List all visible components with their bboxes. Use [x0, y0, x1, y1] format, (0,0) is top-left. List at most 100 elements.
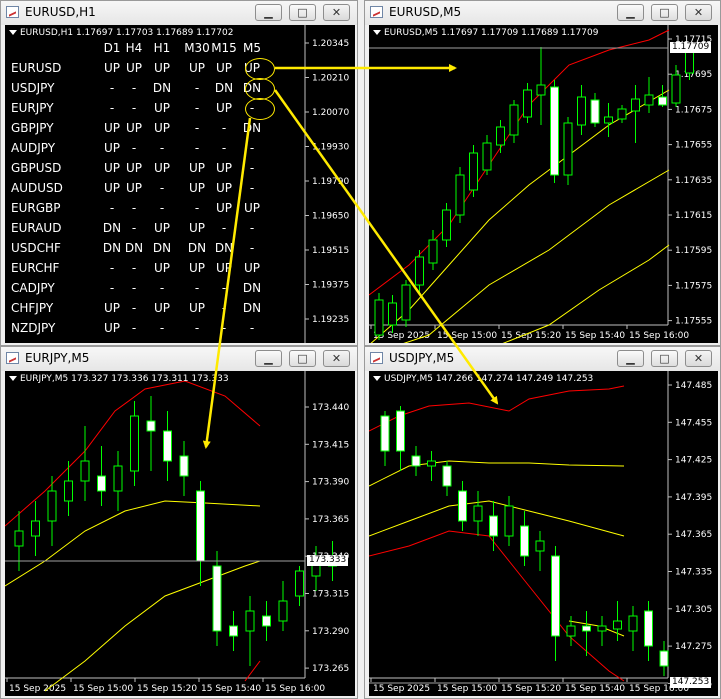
candle-body — [113, 465, 123, 492]
maximize-button[interactable]: □ — [289, 4, 316, 21]
titlebar[interactable]: USDJPY,M5 ▁ □ ✕ — [365, 347, 720, 371]
scanner-cell: - — [109, 261, 115, 275]
scanner-cell: UP — [103, 141, 121, 155]
band-line — [369, 385, 625, 432]
scanner-cell: UP — [125, 181, 143, 195]
candle-body — [613, 620, 622, 630]
scanner-symbol-nzdjpy[interactable]: NZDJPY — [11, 321, 55, 335]
maximize-button[interactable]: □ — [289, 350, 316, 367]
scanner-symbol-eurusd[interactable]: EURUSD — [11, 61, 61, 75]
scanner-symbol-audusd[interactable]: AUDUSD — [11, 181, 63, 195]
dropdown-triangle-icon[interactable] — [373, 376, 381, 381]
price-label: 147.305 — [675, 605, 712, 615]
time-label: 15 Sep 16:00 — [265, 684, 325, 694]
titlebar[interactable]: EURJPY,M5 ▁ □ ✕ — [1, 347, 357, 371]
price-label: 1.17595 — [675, 246, 712, 256]
candle-body — [31, 520, 40, 537]
candle-body — [374, 299, 384, 336]
scanner-symbol-usdchf[interactable]: USDCHF — [11, 241, 61, 255]
candle-body — [482, 142, 492, 171]
price-label: 147.485 — [675, 381, 712, 391]
price-label: 1.20070 — [312, 108, 349, 118]
scanner-cell: UP — [103, 121, 121, 135]
scanner-cell: - — [109, 101, 115, 115]
scanner-symbol-usdjpy[interactable]: USDJPY — [11, 81, 54, 95]
chart-window-icon — [6, 352, 19, 364]
candle-body — [658, 96, 667, 106]
candle-body — [504, 505, 514, 537]
scanner-cell: - — [159, 181, 165, 195]
time-label: 15 Sep 15:20 — [501, 684, 561, 694]
scanner-symbol-chfjpy[interactable]: CHFJPY — [11, 301, 53, 315]
minimize-button[interactable]: ▁ — [617, 350, 644, 367]
scanner-cell: UP — [103, 321, 121, 335]
chart-area[interactable]: 147.485 147.455 147.425 147.395 147.365 147.3… — [369, 371, 718, 696]
scanner-cell: - — [249, 241, 255, 255]
time-label: 15 Sep 15:40 — [565, 331, 625, 341]
maximize-button[interactable]: □ — [651, 4, 678, 21]
chart-area[interactable]: 1.17715 1.17695 1.17675 1.17655 1.17635 1.176… — [369, 25, 718, 343]
dropdown-triangle-icon[interactable] — [9, 376, 17, 381]
titlebar[interactable]: EURUSD,H1 ▁ □ ✕ — [1, 1, 357, 25]
dropdown-triangle-icon[interactable] — [373, 30, 381, 35]
scanner-symbol-audjpy[interactable]: AUDJPY — [11, 141, 55, 155]
scanner-cell: UP — [153, 61, 171, 75]
scanner-cell: UP — [243, 261, 261, 275]
candle-body — [563, 122, 573, 176]
minimize-button[interactable]: ▁ — [617, 4, 644, 21]
highlight-circle-usdjpy — [245, 78, 275, 100]
scanner-cell: - — [221, 221, 227, 235]
scanner-header-h1: H1 — [153, 41, 171, 55]
scanner-symbol-cadjpy[interactable]: CADJPY — [11, 281, 55, 295]
close-button[interactable]: ✕ — [685, 4, 712, 21]
scanner-symbol-gbpjpy[interactable]: GBPJPY — [11, 121, 54, 135]
window-eurusd-m5[interactable]: EURUSD,M5 ▁ □ ✕ 1.17715 1.17695 1.17675 1.1… — [364, 0, 721, 346]
scanner-cell: - — [159, 141, 165, 155]
candle-body — [415, 256, 424, 286]
scanner-cell: - — [131, 201, 137, 215]
price-label: 173.440 — [312, 403, 349, 413]
scanner-symbol-eurchf[interactable]: EURCHF — [11, 261, 59, 275]
candle-body — [442, 209, 451, 241]
close-button[interactable]: ✕ — [685, 350, 712, 367]
scanner-symbol-eurjpy[interactable]: EURJPY — [11, 101, 54, 115]
window-eurusd-h1[interactable]: EURUSD,H1 ▁ □ ✕ 1.20345 1.20210 1.20070 1.1… — [0, 0, 358, 346]
band-line — [5, 500, 261, 587]
scanner-header-m5: M5 — [243, 41, 261, 55]
dropdown-triangle-icon[interactable] — [9, 30, 17, 35]
window-usdjpy-m5[interactable]: USDJPY,M5 ▁ □ ✕ 147.485 147.455 147.425 147… — [364, 346, 721, 699]
scanner-cell: UP — [188, 161, 206, 175]
chart-area[interactable]: 1.20345 1.20210 1.20070 1.19930 1.19790 1.196… — [5, 25, 355, 343]
price-label: 1.17555 — [675, 317, 712, 327]
window-eurjpy-m5[interactable]: EURJPY,M5 ▁ □ ✕ 173.440 173.415 173.390 173… — [0, 346, 358, 699]
price-label: 1.17675 — [675, 105, 712, 115]
candle-body — [473, 505, 483, 522]
close-button[interactable]: ✕ — [323, 4, 350, 21]
scanner-symbol-eurgbp[interactable]: EURGBP — [11, 201, 60, 215]
close-button[interactable]: ✕ — [323, 350, 350, 367]
scanner-symbol-gbpusd[interactable]: GBPUSD — [11, 161, 61, 175]
candle-body — [489, 515, 498, 537]
maximize-button[interactable]: □ — [651, 350, 678, 367]
time-label: 15 Sep 2025 — [9, 684, 66, 694]
price-label: 1.17575 — [675, 281, 712, 291]
scanner-cell: - — [249, 221, 255, 235]
price-label: 147.425 — [675, 456, 712, 466]
candle-body — [14, 530, 24, 547]
scanner-cell: UP — [243, 201, 261, 215]
scanner-cell: UP — [103, 161, 121, 175]
band-line — [369, 460, 625, 487]
scanner-cell: UP — [125, 121, 143, 135]
minimize-button[interactable]: ▁ — [255, 350, 282, 367]
scanner-symbol-euraud[interactable]: EURAUD — [11, 221, 61, 235]
minimize-button[interactable]: ▁ — [255, 4, 282, 21]
band-line — [44, 560, 261, 692]
titlebar[interactable]: EURUSD,M5 ▁ □ ✕ — [365, 1, 720, 25]
candle-body — [97, 475, 106, 492]
price-label: 1.19790 — [312, 177, 349, 187]
scanner-cell: UP — [188, 61, 206, 75]
chart-area[interactable]: 173.440173.415173.390173.365173.340173.3… — [5, 371, 355, 696]
price-label: 147.455 — [675, 418, 712, 428]
time-label: 15 Sep 15:40 — [201, 684, 261, 694]
candle-body — [401, 284, 411, 321]
